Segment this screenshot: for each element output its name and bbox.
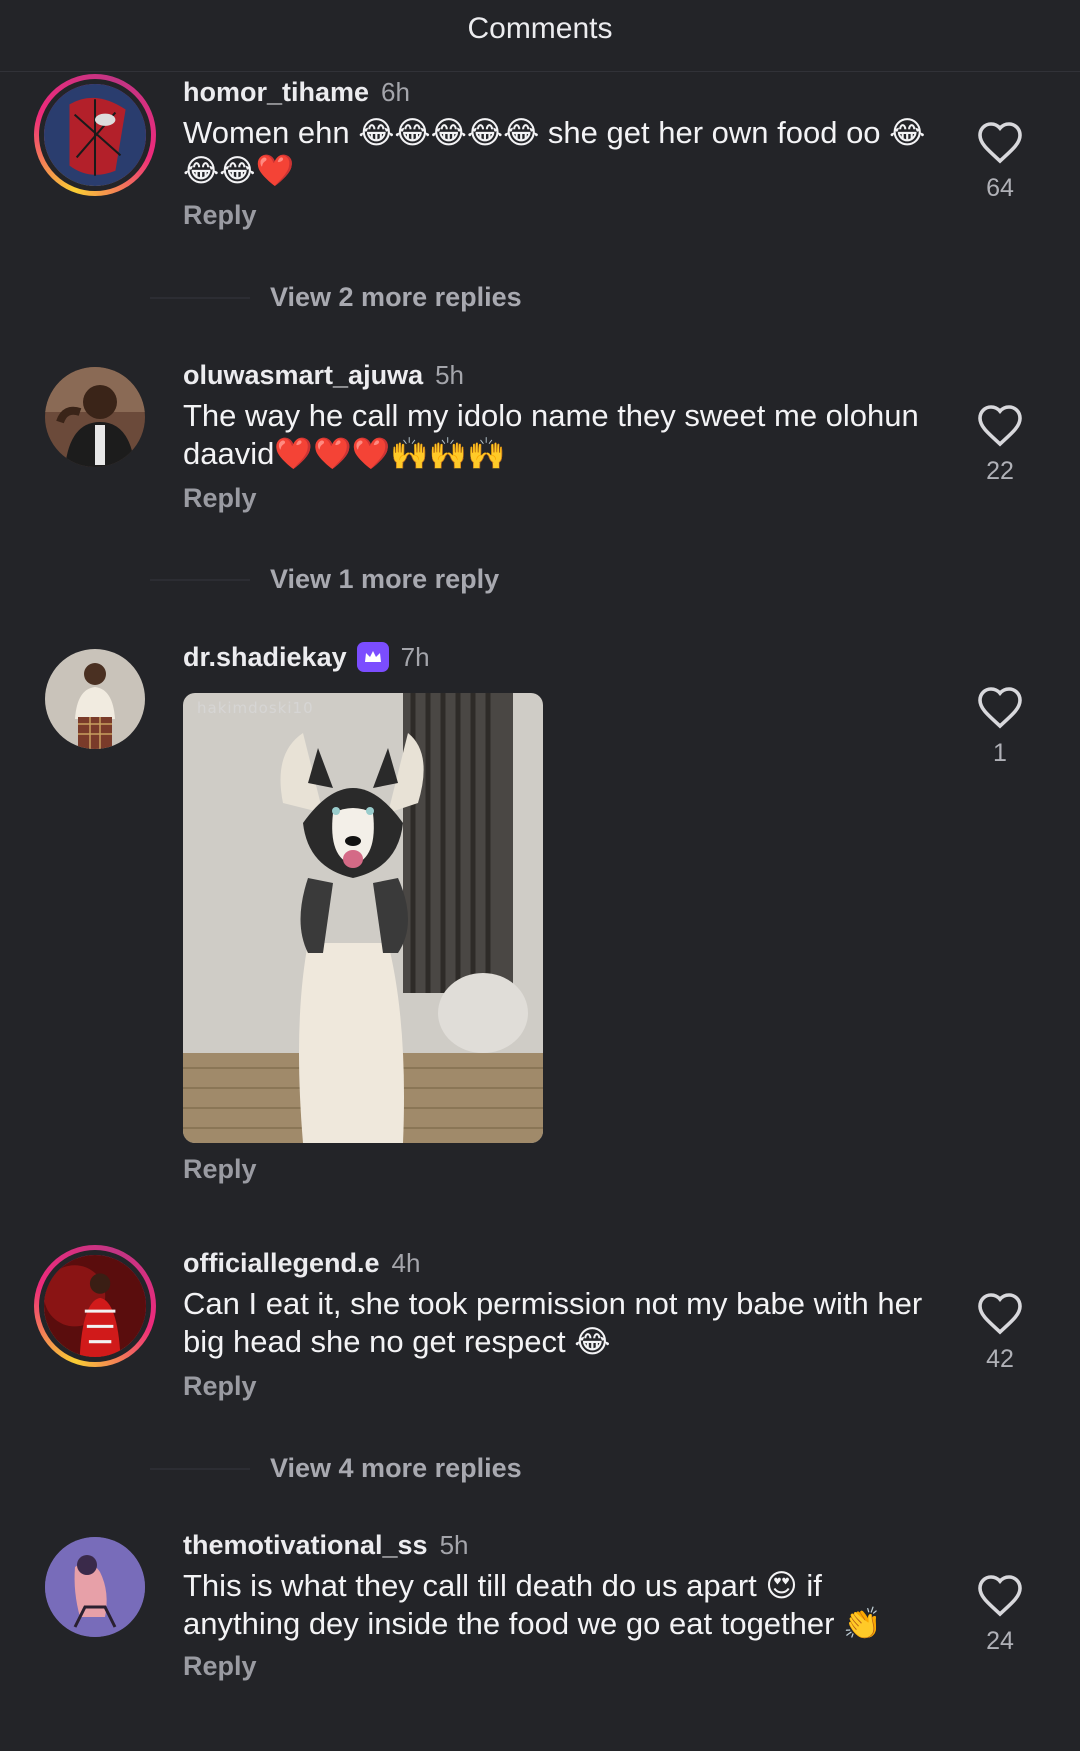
view-more-replies[interactable]: View 2 more replies xyxy=(150,282,522,313)
divider-line xyxy=(150,1467,250,1470)
husky-gif-image xyxy=(183,693,543,1143)
avatar-image xyxy=(45,1537,145,1637)
reply-button[interactable]: Reply xyxy=(183,200,257,231)
username[interactable]: dr.shadiekay xyxy=(183,642,347,673)
heart-icon[interactable] xyxy=(976,685,1024,729)
avatar[interactable] xyxy=(34,1245,156,1367)
username[interactable]: homor_tihame xyxy=(183,77,369,108)
avatar[interactable] xyxy=(45,367,145,467)
view-more-replies[interactable]: View 4 more replies xyxy=(150,1453,522,1484)
reply-button[interactable]: Reply xyxy=(183,1651,257,1682)
timestamp: 7h xyxy=(400,641,430,672)
like-count: 1 xyxy=(993,739,1007,767)
comment-text: The way he call my idolo name they sweet… xyxy=(183,398,919,471)
divider-line xyxy=(150,296,250,299)
header-title: Comments xyxy=(467,11,613,45)
like-control: 24 xyxy=(970,1573,1030,1656)
avatar[interactable] xyxy=(45,1537,145,1637)
reply-button[interactable]: Reply xyxy=(183,1154,257,1185)
avatar[interactable] xyxy=(45,649,145,749)
comment-text: Women ehn 😂😂😂😂😂 she get her own food oo … xyxy=(183,115,926,188)
like-count: 42 xyxy=(986,1345,1014,1373)
avatar[interactable] xyxy=(34,74,156,196)
view-more-replies[interactable]: View 1 more reply xyxy=(150,564,499,595)
like-control: 42 xyxy=(970,1291,1030,1374)
like-count: 22 xyxy=(986,457,1014,485)
gif-watermark: hakimdoski10 xyxy=(197,699,314,717)
like-control: 22 xyxy=(970,403,1030,486)
username[interactable]: oluwasmart_ajuwa xyxy=(183,360,423,391)
comment-text: This is what they call till death do us … xyxy=(183,1568,882,1641)
timestamp: 6h xyxy=(381,76,410,107)
like-control: 1 xyxy=(970,685,1030,768)
like-count: 64 xyxy=(986,174,1014,202)
like-count: 24 xyxy=(986,1627,1014,1655)
reply-button[interactable]: Reply xyxy=(183,1371,257,1402)
avatar-image xyxy=(45,649,145,749)
username[interactable]: themotivational_ss xyxy=(183,1530,428,1561)
timestamp: 4h xyxy=(391,1247,421,1278)
avatar-image xyxy=(45,367,145,467)
view-more-label[interactable]: View 2 more replies xyxy=(270,282,522,313)
heart-icon[interactable] xyxy=(976,1291,1024,1335)
view-more-label[interactable]: View 1 more reply xyxy=(270,564,499,595)
username[interactable]: officiallegend.e xyxy=(183,1248,380,1279)
comment-text: Can I eat it, she took permission not my… xyxy=(183,1286,923,1359)
timestamp: 5h xyxy=(439,1529,469,1560)
heart-icon[interactable] xyxy=(976,403,1024,447)
view-more-label[interactable]: View 4 more replies xyxy=(270,1453,522,1484)
timestamp: 5h xyxy=(435,359,465,390)
divider-line xyxy=(150,578,250,581)
reply-button[interactable]: Reply xyxy=(183,483,257,514)
avatar-image xyxy=(44,84,146,186)
like-control: 64 xyxy=(970,120,1030,203)
gif-attachment[interactable]: hakimdoski10 xyxy=(183,693,543,1143)
heart-icon[interactable] xyxy=(976,1573,1024,1617)
comments-header: Comments xyxy=(0,0,1080,72)
heart-icon[interactable] xyxy=(976,120,1024,164)
crown-badge-icon xyxy=(356,642,389,672)
avatar-image xyxy=(44,1255,146,1357)
